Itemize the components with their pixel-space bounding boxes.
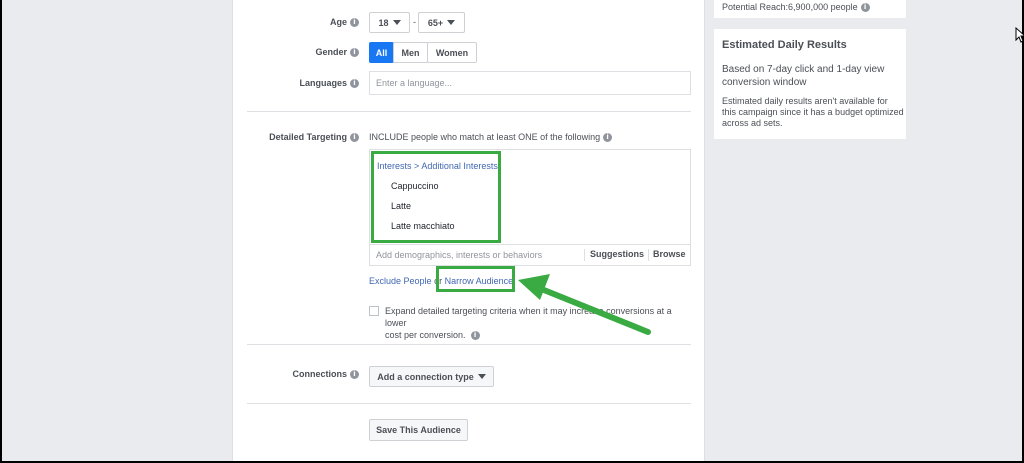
browse-button[interactable]: Browse [653, 249, 686, 259]
expand-text-line2: cost per conversion. [385, 330, 466, 340]
expand-info-icon[interactable]: i [470, 331, 480, 341]
estimated-results-note: Estimated daily results aren't available… [722, 96, 904, 128]
exclude-people-link[interactable]: Exclude People [369, 276, 432, 286]
languages-info-icon[interactable]: i [350, 79, 359, 89]
estimated-results-panel: Estimated Daily Results Based on 7-day c… [714, 29, 906, 139]
chevron-down-icon [477, 374, 486, 379]
potential-reach-info-icon[interactable]: i [860, 3, 870, 13]
targeting-info-icon[interactable]: i [603, 133, 613, 143]
divider [247, 403, 691, 404]
connections-info-icon[interactable]: i [350, 370, 359, 380]
detailed-targeting-info-icon[interactable]: i [350, 133, 359, 143]
gender-label-row: Gender i [233, 47, 359, 58]
language-input-placeholder: Enter a language... [376, 78, 453, 88]
suggestions-button[interactable]: Suggestions [590, 249, 644, 259]
languages-label: Languages [299, 78, 347, 88]
annotation-arrow-icon [518, 274, 651, 335]
divider [247, 344, 691, 345]
add-connection-type-button[interactable]: Add a connection type [369, 366, 494, 387]
estimated-results-subtitle: Based on 7-day click and 1-day view conv… [722, 64, 885, 88]
detailed-targeting-label: Detailed Targeting [269, 132, 347, 142]
separator [584, 249, 585, 261]
gender-all-button[interactable]: All [369, 42, 394, 63]
gender-info-icon[interactable]: i [350, 48, 359, 58]
age-label-row: Age i [233, 17, 359, 28]
age-label: Age [329, 17, 347, 27]
connections-label: Connections [292, 369, 347, 379]
targeting-search-input[interactable]: Add demographics, interests or behaviors [376, 250, 542, 260]
chevron-down-icon [447, 20, 456, 25]
age-min-value: 18 [378, 17, 389, 28]
languages-label-row: Languages i [233, 78, 359, 89]
age-max-value: 65+ [427, 17, 444, 28]
save-audience-button[interactable]: Save This Audience [369, 419, 468, 441]
gender-men-button[interactable]: Men [393, 42, 428, 63]
audience-form: Age i 18 - 65+ Gender i All Men Women Lang… [232, 0, 705, 461]
age-dash: - [413, 17, 416, 27]
age-min-dropdown[interactable]: 18 [369, 12, 410, 33]
estimated-results-title: Estimated Daily Results [722, 39, 847, 51]
highlight-box-interests [371, 151, 501, 243]
expand-targeting-checkbox[interactable] [369, 306, 379, 316]
potential-reach-panel: Potential Reach:6,900,000 people i [714, 0, 906, 18]
separator [648, 249, 649, 261]
potential-reach-text: Potential Reach:6,900,000 people [722, 2, 858, 12]
potential-reach-row: Potential Reach:6,900,000 people i [722, 2, 870, 13]
targeting-description: INCLUDE people who match at least ONE of… [369, 132, 601, 142]
chevron-down-icon [392, 20, 401, 25]
language-input[interactable]: Enter a language... [369, 71, 691, 95]
highlight-box-narrow [436, 266, 515, 292]
age-max-dropdown[interactable]: 65+ [418, 12, 465, 33]
divider [247, 111, 691, 112]
gender-label: Gender [315, 47, 347, 57]
gender-women-button[interactable]: Women [427, 42, 477, 63]
mouse-cursor-icon [1015, 27, 1024, 43]
screen-frame: Age i 18 - 65+ Gender i All Men Women Lang… [2, 0, 1024, 461]
connections-label-row: Connections i [233, 369, 359, 380]
add-connection-type-label: Add a connection type [377, 371, 474, 382]
targeting-description-row: INCLUDE people who match at least ONE of… [369, 132, 613, 143]
targeting-box-divider [370, 244, 690, 245]
detailed-targeting-label-row: Detailed Targeting i [233, 132, 359, 143]
age-info-icon[interactable]: i [350, 18, 359, 28]
